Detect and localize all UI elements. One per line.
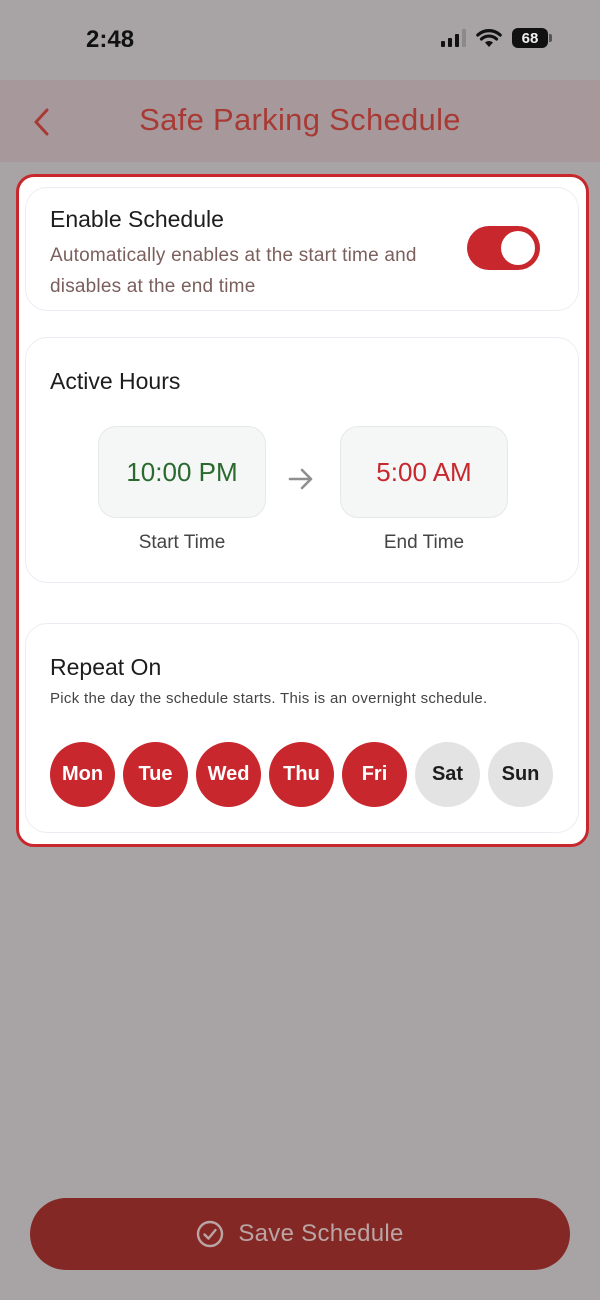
cellular-signal-icon (441, 29, 466, 47)
wifi-icon (476, 29, 502, 47)
save-schedule-button[interactable]: Save Schedule (30, 1198, 570, 1270)
header: Safe Parking Schedule (0, 80, 600, 162)
check-circle-icon (197, 1220, 224, 1248)
status-icons: 68 (441, 28, 552, 48)
toggle-knob (501, 231, 535, 265)
save-schedule-label: Save Schedule (238, 1220, 404, 1247)
arrow-right-icon (288, 468, 313, 490)
repeat-on-description: Pick the day the schedule starts. This i… (50, 690, 488, 707)
day-sat-button[interactable]: Sat (415, 742, 480, 807)
page-title: Safe Parking Schedule (139, 102, 461, 137)
end-time-label: End Time (383, 532, 465, 553)
schedule-panel: Enable Schedule Automatically enables at… (16, 174, 589, 847)
enable-schedule-toggle[interactable] (467, 226, 540, 270)
enable-schedule-title: Enable Schedule (50, 206, 224, 232)
battery-indicator: 68 (512, 28, 552, 48)
start-time-picker[interactable]: 10:00 PM (98, 426, 266, 518)
day-selector: Mon Tue Wed Thu Fri Sat Sun (50, 742, 553, 807)
status-bar: 2:48 68 (0, 0, 600, 80)
status-time: 2:48 (86, 26, 135, 53)
day-wed-button[interactable]: Wed (196, 742, 261, 807)
repeat-on-card: Repeat On Pick the day the schedule star… (25, 623, 579, 833)
enable-schedule-description: Automatically enables at the start time … (50, 245, 417, 297)
day-mon-button[interactable]: Mon (50, 742, 115, 807)
end-time-picker[interactable]: 5:00 AM (340, 426, 508, 518)
day-tue-button[interactable]: Tue (123, 742, 188, 807)
day-thu-button[interactable]: Thu (269, 742, 334, 807)
start-time-label: Start Time (138, 532, 226, 553)
repeat-on-title: Repeat On (50, 654, 162, 680)
enable-schedule-card: Enable Schedule Automatically enables at… (25, 187, 579, 311)
day-sun-button[interactable]: Sun (488, 742, 553, 807)
day-fri-button[interactable]: Fri (342, 742, 407, 807)
active-hours-card: Active Hours 10:00 PM 5:00 AM Start Time… (25, 337, 579, 583)
active-hours-title: Active Hours (50, 368, 181, 394)
